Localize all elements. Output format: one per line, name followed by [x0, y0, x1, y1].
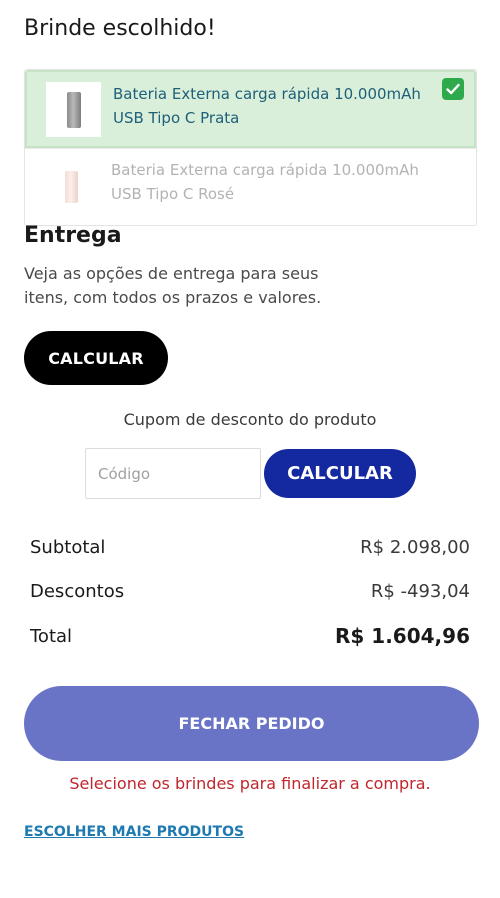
close-order-button[interactable]: FECHAR PEDIDO	[24, 686, 479, 761]
discounts-row: Descontos R$ -493,04	[30, 581, 470, 602]
subtotal-row: Subtotal R$ 2.098,00	[30, 537, 470, 558]
subtotal-label: Subtotal	[30, 537, 106, 558]
choose-more-products-link[interactable]: ESCOLHER MAIS PRODUTOS	[24, 824, 244, 840]
total-value: R$ 1.604,96	[335, 624, 470, 648]
discounts-label: Descontos	[30, 581, 125, 602]
power-bank-silver-image	[66, 91, 81, 128]
coupon-code-input[interactable]	[85, 448, 261, 499]
delivery-title: Entrega	[24, 223, 122, 248]
gift-name: Bateria Externa carga rápida 10.000mAh U…	[113, 85, 421, 127]
coupon-label: Cupom de desconto do produto	[123, 410, 377, 429]
coupon-calculate-button[interactable]: CALCULAR	[264, 449, 416, 498]
subtotal-value: R$ 2.098,00	[360, 537, 470, 558]
gift-option-prata[interactable]: Bateria Externa carga rápida 10.000mAh U…	[25, 70, 476, 148]
gift-thumbnail-prata	[46, 82, 101, 137]
gift-section-title: Brinde escolhido!	[24, 16, 216, 41]
gift-thumbnail-rose	[44, 159, 99, 214]
gift-list: Bateria Externa carga rápida 10.000mAh U…	[24, 69, 477, 226]
gift-name: Bateria Externa carga rápida 10.000mAh U…	[111, 161, 419, 203]
delivery-calculate-button[interactable]: CALCULAR	[24, 331, 168, 385]
gift-warning-message: Selecione os brindes para finalizar a co…	[69, 774, 431, 793]
total-label: Total	[30, 625, 73, 647]
gift-option-rose[interactable]: Bateria Externa carga rápida 10.000mAh U…	[25, 148, 476, 225]
power-bank-rose-image	[65, 170, 78, 203]
check-icon	[442, 78, 464, 100]
delivery-description: Veja as opções de entrega para seus iten…	[24, 264, 322, 307]
discounts-value: R$ -493,04	[370, 581, 470, 602]
total-row: Total R$ 1.604,96	[30, 624, 470, 648]
